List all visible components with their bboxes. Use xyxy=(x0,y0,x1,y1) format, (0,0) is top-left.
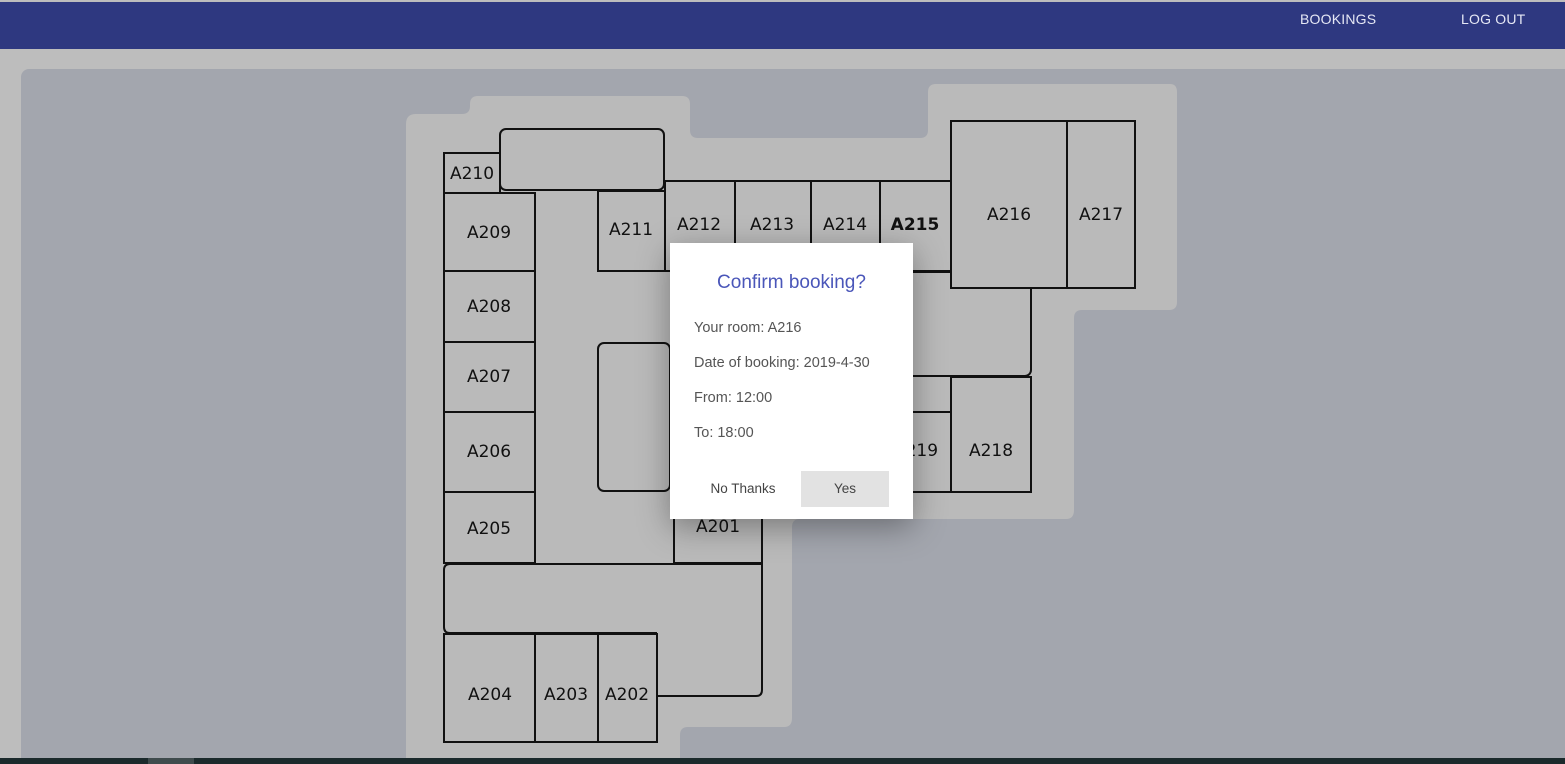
svg-text:A209: A209 xyxy=(467,223,511,243)
hall-upper-left xyxy=(499,128,665,191)
room-A218[interactable]: A218 xyxy=(950,376,1032,493)
room-line: Your room: A216 xyxy=(694,320,802,336)
svg-text:A213: A213 xyxy=(750,215,794,235)
taskbar-item[interactable] xyxy=(148,758,194,764)
svg-text:A203: A203 xyxy=(544,685,588,705)
svg-text:A215: A215 xyxy=(891,215,940,235)
from-line: From: 12:00 xyxy=(694,390,773,406)
no-thanks-button[interactable]: No Thanks xyxy=(699,471,787,507)
svg-text:A206: A206 xyxy=(467,442,511,462)
yes-button[interactable]: Yes xyxy=(801,471,889,507)
taskbar-strip xyxy=(0,758,1565,764)
room-A205[interactable]: A205 xyxy=(443,491,536,564)
svg-text:A211: A211 xyxy=(609,220,653,240)
room-A217[interactable]: A217 xyxy=(1066,120,1136,289)
svg-text:A204: A204 xyxy=(468,685,512,705)
room-A206[interactable]: A206 xyxy=(443,411,536,493)
room-A208[interactable]: A208 xyxy=(443,270,536,343)
room-A216[interactable]: A216 xyxy=(950,120,1068,289)
to-line: To: 18:00 xyxy=(694,425,754,441)
hall-center xyxy=(597,342,671,492)
svg-text:A214: A214 xyxy=(823,215,867,235)
room-A203[interactable]: A203 xyxy=(534,633,599,743)
svg-text:A218: A218 xyxy=(969,441,1013,461)
confirm-booking-dialog: Confirm booking? Your room: A216 Date of… xyxy=(670,243,913,519)
svg-text:A217: A217 xyxy=(1079,205,1123,225)
svg-text:A212: A212 xyxy=(677,215,721,235)
svg-text:A208: A208 xyxy=(467,297,511,317)
date-line: Date of booking: 2019-4-30 xyxy=(694,355,870,371)
room-A211[interactable]: A211 xyxy=(597,190,666,272)
room-A204[interactable]: A204 xyxy=(443,633,536,743)
svg-text:A202: A202 xyxy=(605,685,649,705)
room-A202[interactable]: A202 xyxy=(597,633,658,743)
dialog-title: Confirm booking? xyxy=(717,272,866,293)
room-A209[interactable]: A209 xyxy=(443,192,536,272)
svg-text:A205: A205 xyxy=(467,519,511,539)
svg-text:A201: A201 xyxy=(696,517,740,537)
svg-text:A210: A210 xyxy=(450,164,494,184)
room-A207[interactable]: A207 xyxy=(443,341,536,413)
svg-text:A207: A207 xyxy=(467,367,511,387)
room-A210[interactable]: A210 xyxy=(443,152,501,194)
svg-text:A216: A216 xyxy=(987,205,1031,225)
